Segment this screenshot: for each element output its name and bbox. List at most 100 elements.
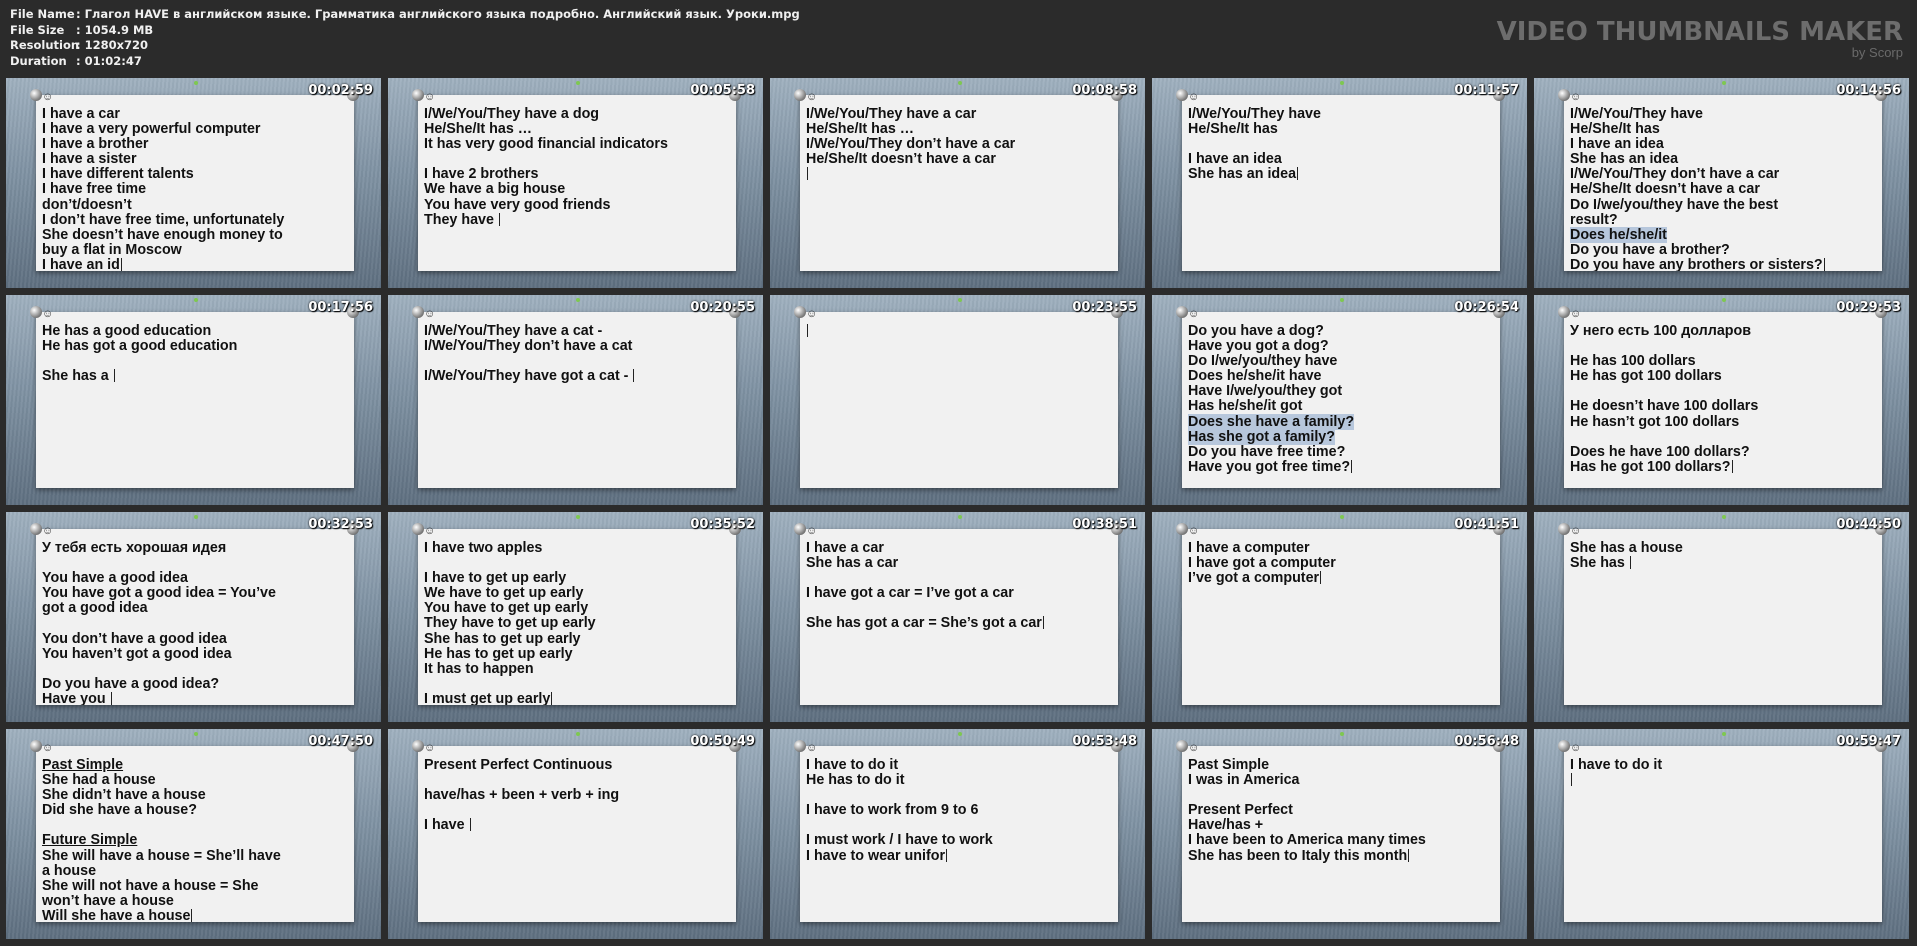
duration-value: 01:02:47 bbox=[84, 53, 142, 68]
timestamp: 00:47:50 bbox=[308, 734, 373, 749]
smiley-icon: ☺ bbox=[1188, 742, 1200, 754]
slide-line bbox=[806, 324, 1118, 339]
timestamp: 00:11:57 bbox=[1454, 83, 1519, 98]
marker-dot bbox=[575, 298, 580, 302]
slide-line: Does she have a family? bbox=[1188, 413, 1355, 430]
thumbnail[interactable]: Past Simple She had a house She didn’t hav… bbox=[6, 729, 381, 939]
marker-dot bbox=[193, 81, 198, 85]
slide-line: I have a very powerful computer bbox=[42, 121, 261, 138]
thumbnail[interactable]: I/We/You/They have He/She/It has I have an… bbox=[1152, 78, 1527, 288]
slide-paper bbox=[800, 312, 1118, 488]
smiley-icon: ☺ bbox=[806, 91, 818, 103]
thumbnail[interactable]: I have to do it He has to do it I have to … bbox=[770, 729, 1145, 939]
marker-dot bbox=[957, 732, 962, 736]
slide-line: She has an idea bbox=[1570, 151, 1679, 168]
thumbnail[interactable]: I/We/You/They have He/She/It has I have an… bbox=[1534, 78, 1909, 288]
slide-paper: У тебя есть хорошая идея You have a good … bbox=[36, 529, 354, 705]
slide-paper: She has a house She has bbox=[1564, 529, 1882, 705]
timestamp: 00:59:47 bbox=[1836, 734, 1901, 749]
slide-line: He/She/It has … bbox=[424, 121, 533, 138]
slide-line: We have a big house bbox=[424, 181, 566, 198]
pushpin-icon bbox=[794, 306, 806, 318]
slide-line: They have bbox=[424, 211, 500, 228]
text-cursor bbox=[633, 369, 635, 383]
timestamp: 00:41:51 bbox=[1454, 517, 1519, 532]
slide-line: Present Perfect bbox=[1188, 802, 1293, 819]
slide-line bbox=[806, 601, 1118, 616]
slide-line: He doesn’t have 100 dollars bbox=[1570, 398, 1759, 415]
thumbnail[interactable]: I/We/You/They have a car He/She/It has … I… bbox=[770, 78, 1145, 288]
text-cursor bbox=[1823, 257, 1825, 271]
marker-dot bbox=[575, 515, 580, 519]
slide-line: I have a sister bbox=[42, 151, 137, 168]
slide-text: I have two apples I have to get up early W… bbox=[424, 540, 736, 705]
slide-line: Will she have a house bbox=[42, 907, 193, 922]
slide-line: Have you got free time? bbox=[1188, 458, 1353, 475]
thumbnail[interactable]: У него есть 100 долларов He has 100 dolla… bbox=[1534, 295, 1909, 505]
thumbnail[interactable]: Do you have a dog? Have you got a dog? Do … bbox=[1152, 295, 1527, 505]
slide-line: I must get up early bbox=[424, 690, 553, 705]
smiley-icon: ☺ bbox=[424, 91, 436, 103]
slide-text: У тебя есть хорошая идея You have a good … bbox=[42, 540, 354, 705]
smiley-icon: ☺ bbox=[1188, 308, 1200, 320]
slide-paper: I have a car She has a car I have got a ca… bbox=[800, 529, 1118, 705]
marker-dot bbox=[1339, 81, 1344, 85]
slide-line: Do you have a brother? bbox=[1570, 241, 1730, 258]
text-cursor bbox=[1629, 556, 1631, 570]
slide-text: Past Simple She had a house She didn’t hav… bbox=[42, 757, 354, 922]
timestamp: 00:23:55 bbox=[1072, 300, 1137, 315]
slide-line: Have/has + bbox=[1188, 817, 1264, 834]
pushpin-icon bbox=[30, 306, 42, 318]
slide-paper: У него есть 100 долларов He has 100 dolla… bbox=[1564, 312, 1882, 488]
thumbnail[interactable]: I have two apples I have to get up early W… bbox=[388, 512, 763, 722]
slide-line: I have different talents bbox=[42, 166, 194, 183]
thumbnail[interactable]: I have a car She has a car I have got a ca… bbox=[770, 512, 1145, 722]
slide-line bbox=[42, 556, 354, 571]
thumbnail[interactable]: Present Perfect Continuous have/has + bee… bbox=[388, 729, 763, 939]
text-cursor bbox=[1731, 459, 1733, 473]
thumbnail[interactable]: Past Simple I was in America Present Perfe… bbox=[1152, 729, 1527, 939]
pushpin-icon bbox=[1558, 523, 1570, 535]
slide-text: I/We/You/They have a dog He/She/It has … I… bbox=[424, 106, 736, 228]
thumbnail[interactable]: I/We/You/They have a cat - I/We/You/They … bbox=[388, 295, 763, 505]
thumbnail[interactable]: He has a good education He has got a good… bbox=[6, 295, 381, 505]
thumbnail[interactable]: I/We/You/They have a dog He/She/It has … I… bbox=[388, 78, 763, 288]
slide-line: You don’t have a good idea bbox=[42, 630, 227, 647]
slide-line: I/We/You/They have bbox=[1570, 106, 1703, 122]
thumbnail[interactable]: I have a car I have a very powerful compu… bbox=[6, 78, 381, 288]
slide-line: I/We/You/They have a car bbox=[806, 106, 977, 122]
smiley-icon: ☺ bbox=[424, 742, 436, 754]
thumbnail[interactable]: ☺ 00:23:55 bbox=[770, 295, 1145, 505]
marker-dot bbox=[1721, 81, 1726, 85]
slide-line: I have a brother bbox=[42, 136, 149, 153]
slide-line: Has he/she/it got bbox=[1188, 398, 1303, 415]
slide-line: He/She/It doesn’t have a car bbox=[806, 151, 996, 168]
slide-line bbox=[806, 788, 1118, 803]
slide-line: Present Perfect Continuous bbox=[424, 757, 613, 773]
slide-line: I have got a car = I’ve got a car bbox=[806, 585, 1014, 602]
pushpin-icon bbox=[1558, 306, 1570, 318]
slide-line: Do you have a dog? bbox=[1188, 323, 1324, 339]
slide-line bbox=[424, 556, 736, 571]
smiley-icon: ☺ bbox=[1570, 308, 1582, 320]
slide-paper: I/We/You/They have He/She/It has I have an… bbox=[1182, 95, 1500, 271]
slide-line: She has a bbox=[42, 368, 115, 385]
slide-line bbox=[1188, 788, 1500, 803]
timestamp: 00:17:56 bbox=[308, 300, 373, 315]
thumbnail[interactable]: I have to do it ☺ 00:59:47 bbox=[1534, 729, 1909, 939]
slide-line: She will have a house = She’ll have bbox=[42, 847, 281, 864]
slide-line bbox=[424, 773, 736, 788]
thumbnail[interactable]: У тебя есть хорошая идея You have a good … bbox=[6, 512, 381, 722]
slide-line: He/She/It has … bbox=[806, 121, 915, 138]
slide-line: I have to do it bbox=[806, 757, 899, 773]
slide-line: He has got a good education bbox=[42, 338, 238, 355]
file-metadata: File Name: Глагол HAVE в английском язык… bbox=[10, 7, 800, 68]
marker-dot bbox=[1721, 732, 1726, 736]
thumbnail[interactable]: She has a house She has ☺ 00:44:50 bbox=[1534, 512, 1909, 722]
timestamp: 00:38:51 bbox=[1072, 517, 1137, 532]
smiley-icon: ☺ bbox=[1570, 742, 1582, 754]
slide-line: She has got a car = She’s got a car bbox=[806, 615, 1044, 632]
thumbnail[interactable]: I have a computer I have got a computer I’… bbox=[1152, 512, 1527, 722]
slide-line: I/We/You/They have a cat - bbox=[424, 323, 603, 339]
text-cursor bbox=[1320, 571, 1322, 585]
